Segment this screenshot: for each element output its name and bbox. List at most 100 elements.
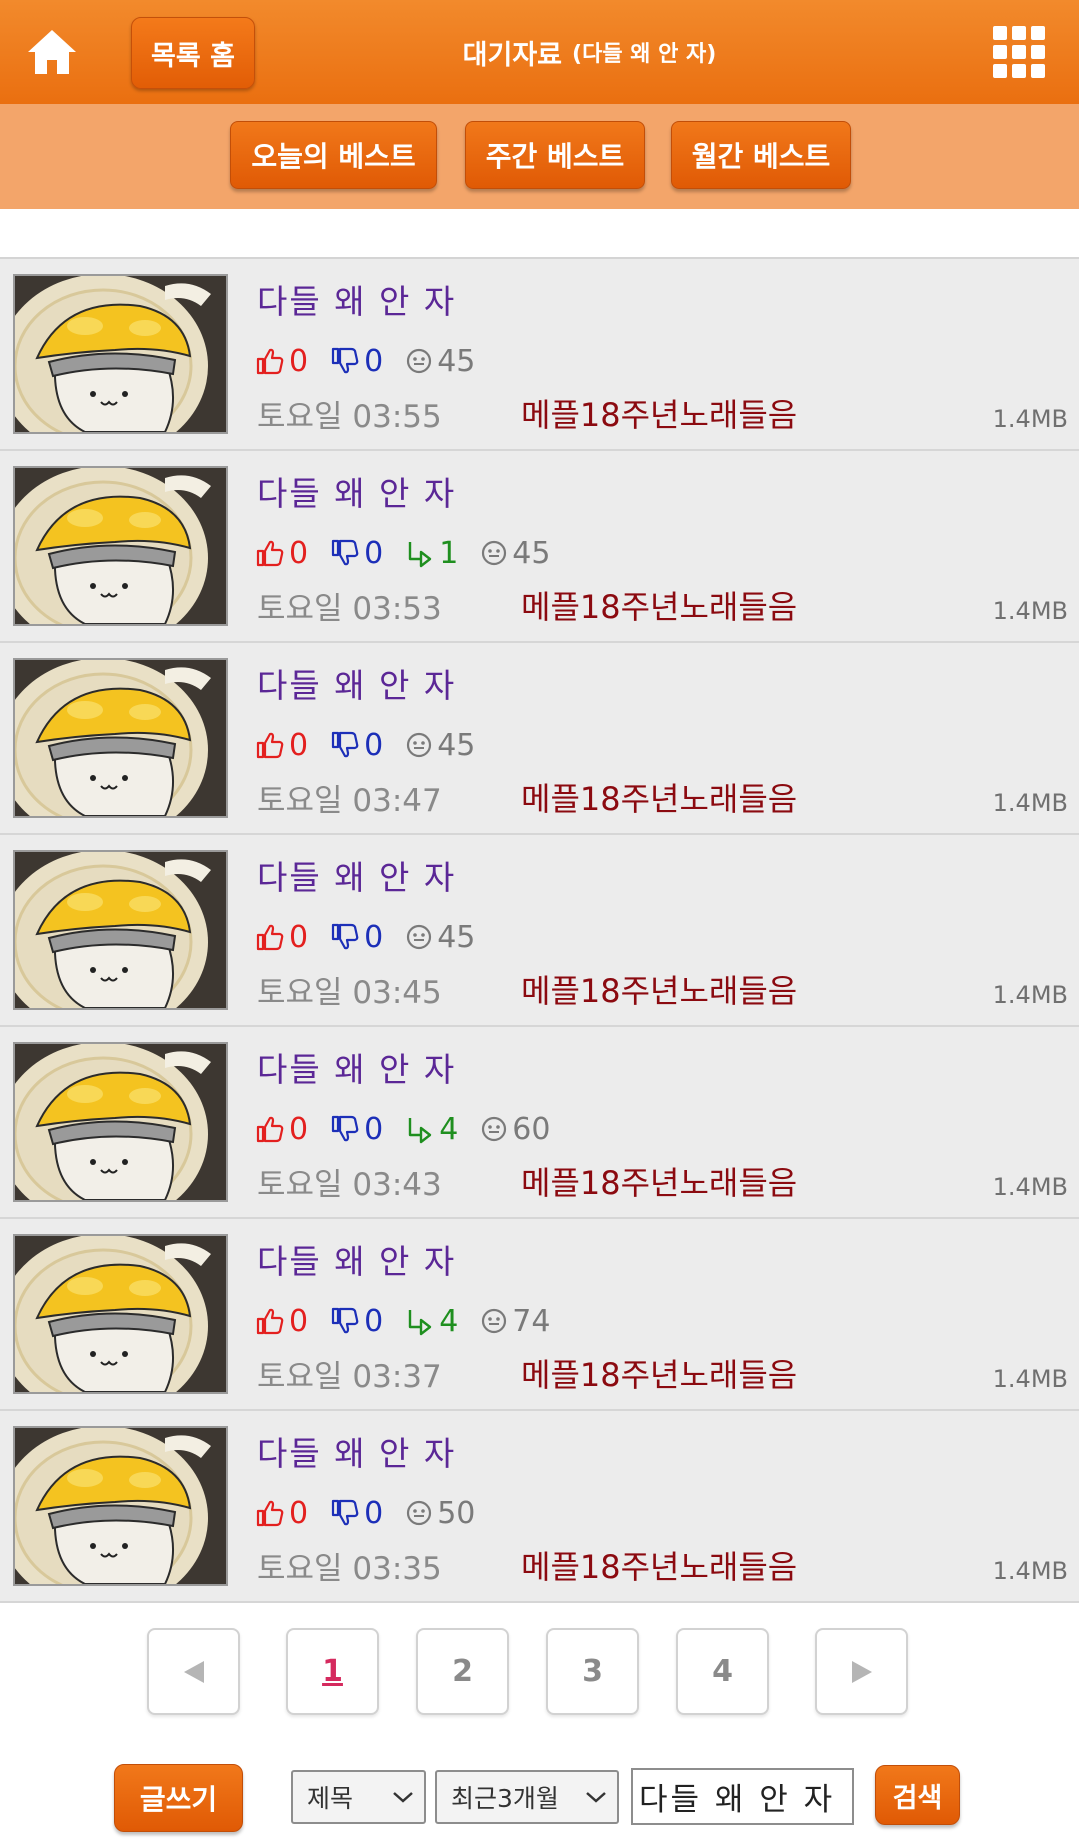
post-author[interactable]: 메플18주년노래들음 [521, 390, 797, 436]
like-count-value: 0 [289, 1303, 309, 1339]
view-count: 74 [480, 1304, 550, 1339]
like-count-value: 0 [289, 1495, 309, 1531]
chevron-down-icon [586, 1792, 606, 1803]
page-button-1[interactable]: 1 [286, 1628, 379, 1715]
post-thumbnail[interactable] [13, 1042, 228, 1202]
view-count: 50 [405, 1496, 475, 1531]
post-author[interactable]: 메플18주년노래들음 [521, 774, 797, 820]
search-input[interactable]: 다들 왜 안 자 [631, 1768, 854, 1825]
post-stats: 0 0 45 [255, 917, 497, 957]
dislike-count-value: 0 [364, 1111, 384, 1147]
like-count: 0 [255, 920, 308, 955]
post-date: 토요일 03:55 [257, 399, 442, 435]
smiley-icon [407, 1500, 432, 1526]
file-size: 1.4MB [992, 405, 1068, 433]
today-best-button[interactable]: 오늘의 베스트 [230, 121, 437, 189]
post-stats: 0 0 1 45 [255, 533, 572, 573]
reply-arrow-icon [408, 542, 432, 568]
grid-menu-icon[interactable] [993, 26, 1047, 80]
post-title[interactable]: 다들 왜 안 자 [257, 1043, 456, 1091]
dislike-count: 0 [330, 1496, 383, 1531]
post-row[interactable]: 다들 왜 안 자 0 0 [0, 643, 1079, 835]
dislike-count-value: 0 [364, 343, 384, 379]
home-icon[interactable] [22, 22, 82, 82]
post-thumbnail[interactable] [13, 658, 228, 818]
page-button-4[interactable]: 4 [676, 1628, 769, 1715]
post-title[interactable]: 다들 왜 안 자 [257, 467, 456, 515]
view-count-value: 45 [512, 535, 551, 571]
thumbs-up-icon [256, 540, 284, 567]
post-thumbnail[interactable] [13, 1426, 228, 1586]
thumbs-up-icon [256, 732, 284, 759]
view-count-value: 45 [437, 919, 476, 955]
post-author[interactable]: 메플18주년노래들음 [521, 1158, 797, 1204]
page-button-2[interactable]: 2 [416, 1628, 509, 1715]
view-count-value: 74 [512, 1303, 551, 1339]
search-period-select[interactable]: 최근3개월 [435, 1770, 619, 1824]
smiley-icon [407, 732, 432, 758]
like-count: 0 [255, 344, 308, 379]
thumbs-down-icon [331, 1307, 359, 1334]
post-thumbnail[interactable] [13, 466, 228, 626]
list-home-button[interactable]: 목록 홈 [131, 17, 255, 89]
post-author[interactable]: 메플18주년노래들음 [521, 966, 797, 1012]
like-count: 0 [255, 728, 308, 763]
post-row[interactable]: 다들 왜 안 자 0 0 [0, 1411, 1079, 1603]
next-page-button[interactable] [815, 1628, 908, 1715]
post-row[interactable]: 다들 왜 안 자 0 0 1 45 토요일 03:53 메플18주년노래들음 1… [0, 451, 1079, 643]
thumbs-down-icon [331, 1499, 359, 1526]
post-date: 토요일 03:53 [257, 591, 442, 627]
view-count: 45 [405, 728, 475, 763]
post-date: 토요일 03:45 [257, 975, 442, 1011]
post-title[interactable]: 다들 왜 안 자 [257, 275, 456, 323]
chevron-down-icon [393, 1792, 413, 1803]
post-stats: 0 0 4 74 [255, 1301, 572, 1341]
like-count-value: 0 [289, 919, 309, 955]
dislike-count-value: 0 [364, 919, 384, 955]
search-field-select[interactable]: 제목 [291, 1770, 426, 1824]
weekly-best-button[interactable]: 주간 베스트 [465, 121, 645, 189]
post-title[interactable]: 다들 왜 안 자 [257, 1235, 456, 1283]
view-count: 45 [405, 920, 475, 955]
post-row[interactable]: 다들 왜 안 자 0 0 4 [0, 1027, 1079, 1219]
reply-count: 1 [405, 536, 458, 571]
post-row[interactable]: 다들 왜 안 자 0 0 [0, 259, 1079, 451]
prev-page-button[interactable] [147, 1628, 240, 1715]
post-row[interactable]: 다들 왜 안 자 0 0 4 [0, 1219, 1079, 1411]
post-title[interactable]: 다들 왜 안 자 [257, 659, 456, 707]
reply-count-value: 4 [439, 1111, 459, 1147]
board-title: 대기자료 (다들 왜 안 자) [300, 0, 879, 104]
board-title-main: 대기자료 [462, 39, 563, 71]
post-title[interactable]: 다들 왜 안 자 [257, 851, 456, 899]
search-field-value: 제목 [307, 1784, 354, 1813]
like-count: 0 [255, 1304, 308, 1339]
file-size: 1.4MB [992, 1365, 1068, 1393]
like-count-value: 0 [289, 1111, 309, 1147]
like-count: 0 [255, 536, 308, 571]
post-date: 토요일 03:37 [257, 1359, 442, 1395]
file-size: 1.4MB [992, 789, 1068, 817]
like-count-value: 0 [289, 727, 309, 763]
post-list: 다들 왜 안 자 0 0 45 토요일 03:55 메플18주년노래들음 1.4… [0, 257, 1079, 1603]
like-count-value: 0 [289, 343, 309, 379]
like-count-value: 0 [289, 535, 309, 571]
post-row[interactable]: 다들 왜 안 자 0 0 [0, 835, 1079, 1027]
post-thumbnail[interactable] [13, 274, 228, 434]
post-title[interactable]: 다들 왜 안 자 [257, 1427, 456, 1475]
dislike-count: 0 [330, 536, 383, 571]
post-author[interactable]: 메플18주년노래들음 [521, 1542, 797, 1588]
post-thumbnail[interactable] [13, 1234, 228, 1394]
write-button[interactable]: 글쓰기 [114, 1764, 243, 1832]
post-thumbnail[interactable] [13, 850, 228, 1010]
reply-count-value: 4 [439, 1303, 459, 1339]
post-date: 토요일 03:43 [257, 1167, 442, 1203]
search-period-value: 최근3개월 [451, 1784, 559, 1813]
post-author[interactable]: 메플18주년노래들음 [521, 582, 797, 628]
monthly-best-button[interactable]: 월간 베스트 [671, 121, 851, 189]
post-author[interactable]: 메플18주년노래들음 [521, 1350, 797, 1396]
search-button[interactable]: 검색 [875, 1765, 960, 1825]
page-button-3[interactable]: 3 [546, 1628, 639, 1715]
file-size: 1.4MB [992, 981, 1068, 1009]
like-count: 0 [255, 1496, 308, 1531]
dislike-count-value: 0 [364, 1495, 384, 1531]
